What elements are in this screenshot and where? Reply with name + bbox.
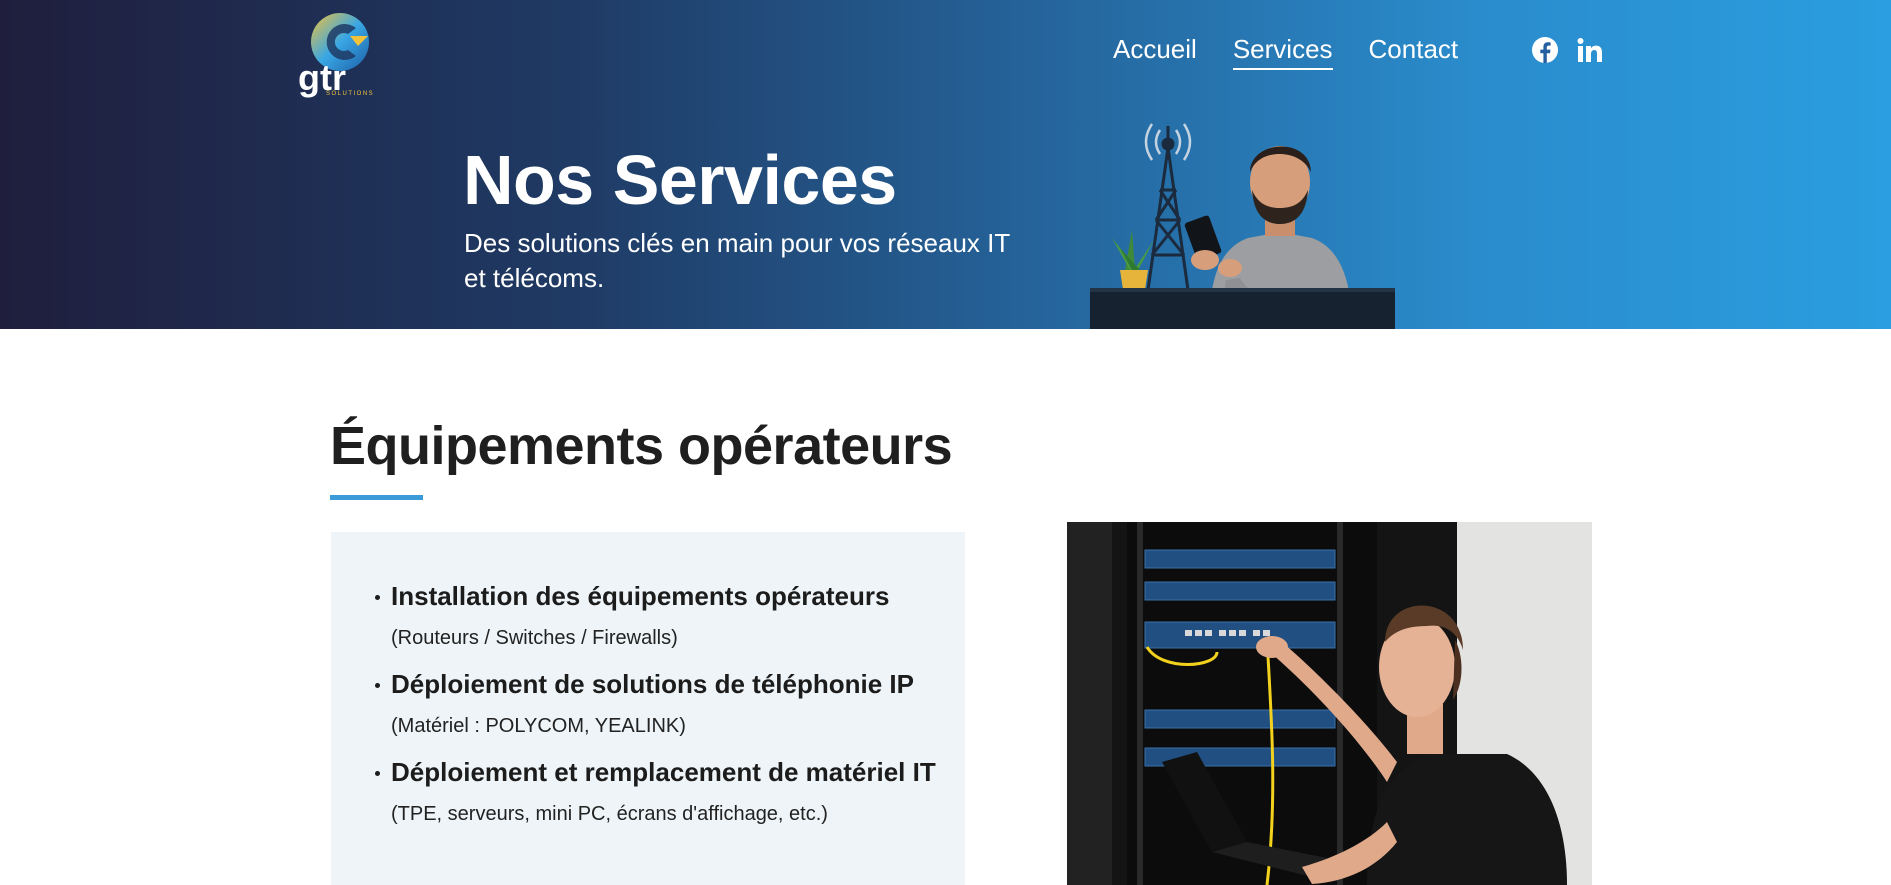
gtr-logo-mark: gtr SOLUTIONS: [298, 13, 374, 98]
nav-services[interactable]: Services: [1232, 32, 1333, 70]
service-name: Déploiement de solutions de téléphonie I…: [391, 669, 914, 699]
section-title: Équipements opérateurs: [330, 416, 953, 476]
social-links: [1531, 36, 1603, 69]
service-detail: (Matériel : POLYCOM, YEALINK): [391, 715, 686, 737]
linkedin-icon[interactable]: [1577, 37, 1603, 68]
service-detail: (TPE, serveurs, mini PC, écrans d'affich…: [391, 803, 828, 825]
hero-subtitle: Des solutions clés en main pour vos rése…: [464, 228, 1010, 293]
hero-banner: gtr SOLUTIONS Accueil Services Contact N…: [0, 0, 1891, 329]
antenna-tower-icon: [1146, 126, 1190, 291]
services-card: Installation des équipements opérateurs …: [331, 532, 965, 885]
list-item: Installation des équipements opérateurs …: [375, 580, 936, 652]
service-name: Installation des équipements opérateurs: [391, 581, 890, 611]
list-item: Déploiement de solutions de téléphonie I…: [375, 668, 936, 740]
hero-title: Nos Services: [463, 141, 897, 219]
facebook-icon[interactable]: [1531, 36, 1559, 69]
technician-photo: [1067, 522, 1592, 885]
gtr-logo[interactable]: gtr SOLUTIONS: [296, 6, 388, 98]
title-underline: [330, 495, 423, 500]
list-item: Déploiement et remplacement de matériel …: [375, 756, 936, 828]
main-nav: Accueil Services Contact: [1113, 32, 1458, 70]
hero-illustration: [1090, 120, 1395, 329]
service-detail: (Routeurs / Switches / Firewalls): [391, 627, 678, 649]
logo-tagline: SOLUTIONS: [326, 91, 374, 97]
service-name: Déploiement et remplacement de matériel …: [391, 757, 936, 787]
services-list: Installation des équipements opérateurs …: [375, 580, 936, 844]
nav-accueil[interactable]: Accueil: [1113, 32, 1197, 70]
nav-contact[interactable]: Contact: [1369, 32, 1459, 70]
